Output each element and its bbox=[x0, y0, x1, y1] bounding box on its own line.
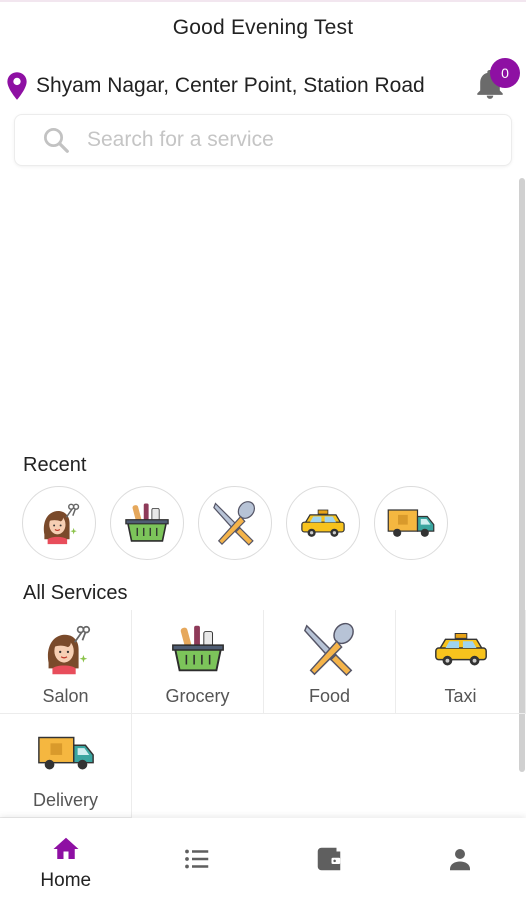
recent-item-delivery[interactable] bbox=[374, 486, 448, 560]
food-icon bbox=[213, 501, 256, 546]
service-label: Taxi bbox=[444, 686, 477, 706]
nav-wallet[interactable] bbox=[263, 818, 395, 900]
service-tile-salon[interactable]: Salon bbox=[0, 610, 132, 714]
service-tile-delivery[interactable]: Delivery bbox=[0, 714, 132, 818]
location-text: Shyam Nagar, Center Point, Station Road bbox=[36, 74, 425, 97]
recent-services-list bbox=[22, 486, 448, 560]
home-icon bbox=[53, 837, 79, 859]
grocery-icon bbox=[171, 625, 224, 672]
nav-home[interactable]: Home bbox=[0, 818, 132, 900]
service-tile-food[interactable]: Food bbox=[264, 610, 396, 714]
location-pin-icon bbox=[7, 72, 27, 100]
food-icon bbox=[303, 622, 354, 677]
recent-item-taxi[interactable] bbox=[286, 486, 360, 560]
service-label: Salon bbox=[42, 686, 89, 706]
search-icon bbox=[44, 128, 69, 153]
grocery-icon bbox=[125, 503, 169, 542]
notification-count-badge: 0 bbox=[490, 58, 520, 88]
nav-profile[interactable] bbox=[395, 818, 526, 900]
service-label: Grocery bbox=[165, 686, 230, 706]
delivery-icon bbox=[387, 509, 435, 537]
bottom-navigation: Home bbox=[0, 818, 526, 900]
search-input[interactable] bbox=[87, 128, 487, 152]
greeting-title: Good Evening Test bbox=[172, 16, 354, 39]
delivery-icon bbox=[37, 736, 94, 770]
wallet-icon bbox=[317, 847, 340, 871]
service-tile-grocery[interactable]: Grocery bbox=[132, 610, 264, 714]
nav-list[interactable] bbox=[132, 818, 264, 900]
taxi-icon bbox=[434, 633, 487, 666]
recent-section-title: Recent bbox=[23, 454, 87, 476]
search-bar[interactable] bbox=[14, 114, 512, 166]
service-tile-taxi[interactable]: Taxi bbox=[396, 610, 526, 714]
location-selector[interactable]: Shyam Nagar, Center Point, Station Road bbox=[6, 66, 476, 106]
service-label: Food bbox=[308, 686, 351, 706]
taxi-icon bbox=[301, 509, 345, 537]
notifications-button[interactable]: 0 bbox=[470, 58, 520, 104]
salon-icon bbox=[47, 625, 90, 675]
list-icon bbox=[185, 849, 209, 869]
all-services-title: All Services bbox=[23, 582, 128, 604]
service-label: Delivery bbox=[32, 790, 98, 810]
profile-icon bbox=[450, 849, 471, 871]
recent-item-grocery[interactable] bbox=[110, 486, 184, 560]
nav-home-label: Home bbox=[40, 870, 92, 891]
recent-item-food[interactable] bbox=[198, 486, 272, 560]
recent-item-salon[interactable] bbox=[22, 486, 96, 560]
status-bar-edge bbox=[0, 0, 526, 2]
salon-icon bbox=[43, 503, 80, 545]
